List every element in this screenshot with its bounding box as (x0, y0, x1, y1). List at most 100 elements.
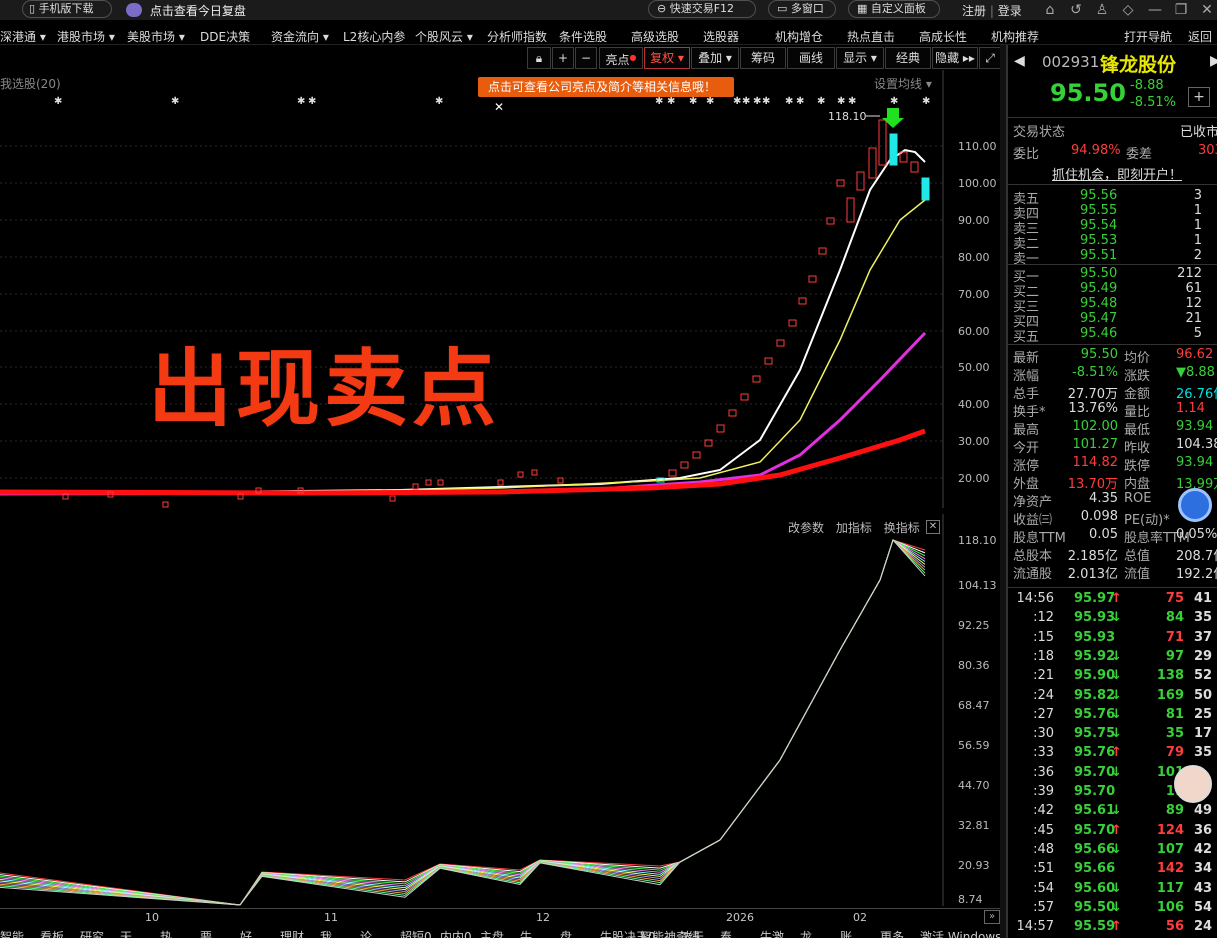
add-indicator-button[interactable]: 加指标 (836, 521, 872, 535)
avatar[interactable] (1174, 765, 1212, 803)
event-marker[interactable]: ✱ (817, 96, 825, 107)
event-marker[interactable]: ✱ (753, 96, 761, 107)
candle[interactable] (437, 479, 444, 486)
event-marker[interactable]: ✱ (922, 96, 930, 107)
candle[interactable] (808, 275, 817, 283)
info-tip[interactable]: 点击可查看公司亮点及简介等相关信息哦！ ✕ (478, 77, 734, 114)
candle[interactable] (889, 133, 898, 166)
candle[interactable] (412, 483, 419, 490)
bottom-tab[interactable]: 好 (240, 928, 252, 938)
chips-button[interactable]: 筹码 (740, 47, 786, 69)
event-marker[interactable]: ✱ (742, 96, 750, 107)
candle[interactable] (798, 297, 807, 305)
candle[interactable] (517, 471, 524, 478)
event-marker[interactable]: ✱ (706, 96, 714, 107)
skin-icon[interactable]: ◇ (1119, 1, 1137, 19)
candle[interactable] (856, 171, 865, 191)
candle[interactable] (668, 469, 677, 477)
candle[interactable] (788, 319, 797, 327)
bottom-tab[interactable]: 账 (840, 928, 852, 938)
menu-item-hk-connect[interactable]: 深港通 ▾ (0, 28, 46, 45)
login-link[interactable]: 登录 (998, 4, 1022, 18)
draw-line-button[interactable]: 画线 (787, 47, 835, 69)
bottom-tab[interactable]: 龙 (800, 928, 812, 938)
candle[interactable] (818, 247, 827, 255)
open-account-link[interactable]: 抓住机会，即刻开户！ (1052, 164, 1182, 183)
event-marker[interactable]: ✱ (308, 96, 316, 107)
event-marker[interactable]: ✱ (796, 96, 804, 107)
bottom-tab[interactable]: 看板 (40, 928, 64, 938)
bottom-tab[interactable]: 天 (120, 928, 132, 938)
custom-panel-button[interactable]: ▦ 自定义面板 (848, 0, 940, 18)
mobile-download-button[interactable]: ▯ 手机版下载 (22, 0, 112, 18)
candle[interactable] (389, 495, 396, 502)
hide-button[interactable]: 隐藏 ▸▸ (932, 47, 978, 69)
candle[interactable] (764, 357, 773, 365)
candle[interactable] (162, 501, 169, 508)
candle[interactable] (846, 197, 855, 223)
overlay-button[interactable]: 叠加 ▾ (691, 47, 739, 69)
bottom-tab[interactable]: 要 (200, 928, 212, 938)
menu-item-hotspot[interactable]: 热点直击 (847, 28, 895, 45)
book-price[interactable]: 95.51 (1080, 248, 1117, 263)
book-price[interactable]: 95.53 (1080, 233, 1117, 248)
event-marker[interactable]: ✱ (762, 96, 770, 107)
bottom-tab[interactable]: 论 (360, 928, 372, 938)
zoom-in-button[interactable]: + (552, 47, 574, 69)
bottom-tab[interactable]: 奉 (720, 928, 732, 938)
bottom-tab[interactable]: 内内0 (440, 928, 472, 938)
candle[interactable] (557, 477, 564, 484)
event-marker[interactable]: ✱ (54, 96, 62, 107)
event-marker[interactable]: ✱ (689, 96, 697, 107)
register-link[interactable]: 注册 (962, 4, 986, 18)
indicator-close-button[interactable]: ✕ (926, 520, 940, 534)
bottom-tab[interactable]: 牛 (520, 928, 532, 938)
classic-button[interactable]: 经典 (885, 47, 931, 69)
event-marker[interactable]: ✱ (848, 96, 856, 107)
menu-item-advanced-pick[interactable]: 高级选股 (631, 28, 679, 45)
refresh-icon[interactable]: ↺ (1067, 1, 1085, 19)
highlight-button[interactable]: 亮点● (599, 47, 643, 69)
lock-button[interactable]: 🔒︎ (527, 47, 551, 69)
candle[interactable] (531, 469, 538, 476)
close-icon[interactable]: ✕ (1198, 1, 1216, 19)
review-link[interactable]: 点击查看今日复盘 (126, 2, 246, 19)
candle[interactable] (826, 217, 835, 225)
bottom-tab[interactable]: 研究 (80, 928, 104, 938)
bottom-tab[interactable]: 更多 (880, 928, 904, 938)
candle[interactable] (740, 393, 749, 401)
event-marker[interactable]: ✱ (667, 96, 675, 107)
prev-stock-icon[interactable]: ◀ (1014, 53, 1025, 69)
event-marker[interactable]: ✱ (733, 96, 741, 107)
assistant-icon[interactable] (1178, 488, 1212, 522)
book-price[interactable]: 95.50 (1080, 266, 1117, 281)
book-price[interactable]: 95.49 (1080, 281, 1117, 296)
menu-item-back[interactable]: 返回 (1188, 28, 1212, 45)
bottom-tab[interactable]: 激活 Windows (920, 928, 1001, 938)
event-marker[interactable]: ✱ (435, 96, 443, 107)
tip-close-icon[interactable]: ✕ (494, 100, 504, 114)
menu-item-condition-pick[interactable]: 条件选股 (559, 28, 607, 45)
book-price[interactable]: 95.56 (1080, 188, 1117, 203)
shirt-icon[interactable]: ♙ (1093, 1, 1111, 19)
display-button[interactable]: 显示 ▾ (836, 47, 884, 69)
event-marker[interactable]: ✱ (655, 96, 663, 107)
expand-button[interactable]: ⤢ (979, 47, 1001, 69)
book-price[interactable]: 95.54 (1080, 218, 1117, 233)
menu-item-l2[interactable]: L2核心内参 (343, 28, 405, 45)
setting-avg-button[interactable]: 设置均线 ▾ (874, 75, 932, 92)
event-marker[interactable]: ✱ (890, 96, 898, 107)
candle[interactable] (692, 451, 701, 459)
book-price[interactable]: 95.46 (1080, 326, 1117, 341)
menu-item-fund-flow[interactable]: 资金流向 ▾ (271, 28, 329, 45)
menu-item-us-market[interactable]: 美股市场 ▾ (127, 28, 185, 45)
multi-window-button[interactable]: ▭ 多窗口 (768, 0, 836, 18)
menu-item-open-nav[interactable]: 打开导航 (1124, 28, 1172, 45)
menu-item-inst-increase[interactable]: 机构增仓 (775, 28, 823, 45)
bottom-tab[interactable]: 热 (160, 928, 172, 938)
bottom-tab[interactable]: 超短0 (400, 928, 432, 938)
bottom-tab[interactable]: 我 (320, 928, 332, 938)
candle[interactable] (728, 409, 737, 417)
book-price[interactable]: 95.48 (1080, 296, 1117, 311)
candle[interactable] (716, 424, 725, 433)
